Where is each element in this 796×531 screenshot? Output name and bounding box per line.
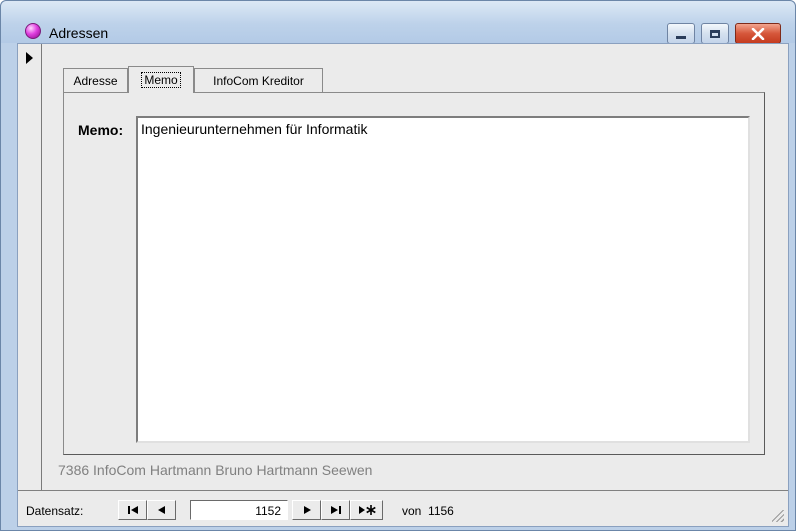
tab-memo[interactable]: Memo	[128, 66, 194, 93]
tab-adresse[interactable]: Adresse	[63, 68, 128, 92]
previous-record-icon	[157, 506, 165, 514]
new-record-icon	[358, 505, 376, 515]
first-record-icon	[127, 506, 138, 514]
title-bar[interactable]: Adressen	[1, 1, 795, 44]
memo-label: Memo:	[78, 122, 124, 138]
record-summary: 7386 InfoCom Hartmann Bruno Hartmann See…	[58, 462, 373, 478]
record-navigation-bar: Datensatz: 1152 von 1156	[18, 490, 788, 526]
total-records: 1156	[428, 504, 454, 518]
minimize-icon	[676, 35, 686, 39]
last-record-icon	[330, 506, 341, 514]
previous-record-button[interactable]	[147, 500, 176, 520]
maximize-icon	[710, 29, 720, 38]
window: Adressen Adresse Memo InfoCom Kreditor M…	[0, 0, 796, 531]
current-record-field[interactable]: 1152	[190, 500, 288, 520]
last-record-button[interactable]	[321, 500, 350, 520]
app-icon[interactable]	[25, 23, 41, 39]
resize-grip-icon[interactable]	[772, 510, 784, 522]
of-label: von	[402, 504, 422, 518]
tab-infocom-kreditor[interactable]: InfoCom Kreditor	[194, 68, 323, 92]
record-selector[interactable]	[18, 44, 42, 490]
tab-label: Adresse	[73, 73, 118, 88]
window-title: Adressen	[49, 25, 109, 41]
next-record-button[interactable]	[292, 500, 321, 520]
maximize-button[interactable]	[701, 23, 729, 44]
tab-label: Memo	[141, 72, 181, 88]
form-client-area: Adresse Memo InfoCom Kreditor Memo: Inge…	[17, 43, 789, 527]
form-detail-section: Adresse Memo InfoCom Kreditor Memo: Inge…	[42, 44, 788, 490]
memo-textarea[interactable]: Ingenieurunternehmen für Informatik	[136, 116, 750, 443]
tab-label: InfoCom Kreditor	[213, 73, 304, 88]
next-record-icon	[303, 506, 311, 514]
first-record-button[interactable]	[118, 500, 147, 520]
record-count: von 1156	[402, 504, 454, 518]
new-record-button[interactable]	[350, 500, 383, 520]
minimize-button[interactable]	[667, 23, 695, 44]
record-label: Datensatz:	[26, 504, 84, 518]
close-button[interactable]	[735, 23, 781, 44]
current-record-arrow-icon	[26, 52, 33, 64]
close-icon	[751, 27, 765, 40]
